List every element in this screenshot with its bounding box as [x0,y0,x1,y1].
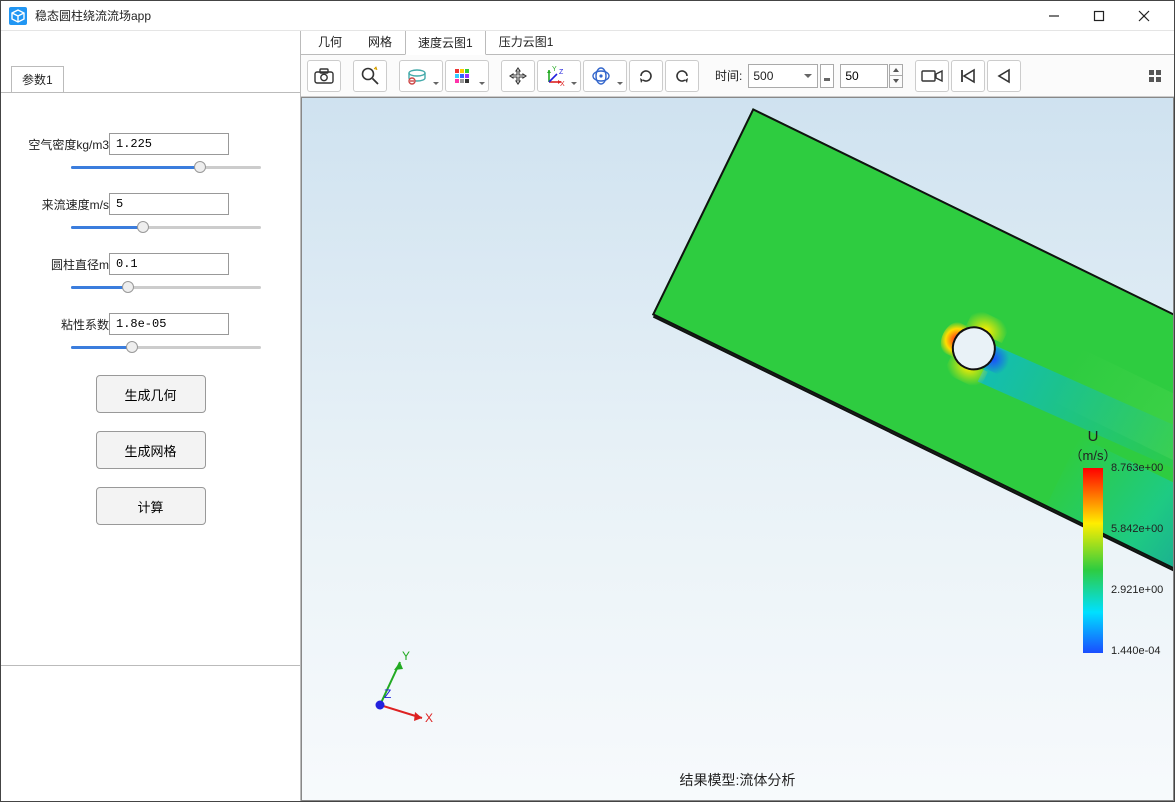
svg-text:X: X [425,711,433,725]
first-frame-button[interactable] [951,60,985,92]
sidebar: 参数1 空气密度kg/m3 来流速度m/s 圆柱直径m 粘性系数 生成几何 生成… [1,31,301,801]
main-panel: 几何网格速度云图1压力云图1 [301,31,1174,801]
minimize-button[interactable] [1031,2,1076,30]
pan-button[interactable] [501,60,535,92]
param-slider-2[interactable] [71,279,261,295]
sidebar-tab-params[interactable]: 参数1 [11,66,64,92]
axis-triad: X Y Z [362,650,442,730]
legend-tick: 8.763e+00 [1111,462,1163,474]
param-label: 来流速度m/s [21,196,109,213]
legend-tick: 1.440e-04 [1111,645,1161,657]
sidebar-content: 空气密度kg/m3 来流速度m/s 圆柱直径m 粘性系数 生成几何 生成网格 计… [1,93,300,801]
svg-text:Y: Y [552,66,557,73]
main-tab-0[interactable]: 几何 [305,31,355,54]
param-slider-1[interactable] [71,219,261,235]
svg-text:Y: Y [402,649,410,663]
toolbar-expand-icon[interactable] [1146,67,1164,85]
viewer-toolbar: ZY X 时间: 500 [301,55,1174,97]
main-tab-3[interactable]: 压力云图1 [486,31,567,54]
param-label: 空气密度kg/m3 [21,136,109,153]
step-up-button[interactable] [889,64,903,76]
close-button[interactable] [1121,2,1166,30]
color-legend: U （m/s） 8.763e+005.842e+002.921e+001.440… [1033,428,1153,656]
window-controls [1031,2,1166,30]
time-range-button[interactable] [820,64,834,88]
rotate-mode-button[interactable] [583,60,627,92]
time-select[interactable]: 500 [748,64,818,88]
sidebar-tabs: 参数1 [1,66,300,93]
time-step-input[interactable] [840,64,888,88]
rotate-ccw-button[interactable] [665,60,699,92]
param-input-2[interactable] [109,253,229,275]
step-down-button[interactable] [889,76,903,88]
calculate-button[interactable]: 计算 [96,487,206,525]
svg-text:Z: Z [559,69,564,76]
legend-tick: 5.842e+00 [1111,523,1163,535]
param-input-3[interactable] [109,313,229,335]
svg-text:Z: Z [384,687,391,701]
titlebar: 稳态圆柱绕流流场app [1,1,1174,31]
param-slider-0[interactable] [71,159,261,175]
axis-orientation-button[interactable]: ZY X [537,60,581,92]
zoom-button[interactable] [353,60,387,92]
screenshot-button[interactable] [307,60,341,92]
viewer-canvas[interactable]: X Y Z U （m/s） 8.763e+005.842e+002.921e+0… [301,97,1174,801]
rotate-cw-button[interactable] [629,60,663,92]
param-label: 圆柱直径m [21,256,109,273]
legend-tick: 2.921e+00 [1111,584,1163,596]
param-input-0[interactable] [109,133,229,155]
window-title: 稳态圆柱绕流流场app [35,7,1031,24]
generate-geometry-button[interactable]: 生成几何 [96,375,206,413]
prev-frame-button[interactable] [987,60,1021,92]
colormap-button[interactable] [445,60,489,92]
result-caption: 结果模型:流体分析 [302,770,1173,790]
main-tabs: 几何网格速度云图1压力云图1 [301,31,1174,55]
param-input-1[interactable] [109,193,229,215]
param-slider-3[interactable] [71,339,261,355]
record-button[interactable] [915,60,949,92]
svg-text:X: X [560,81,565,86]
main-tab-2[interactable]: 速度云图1 [405,31,486,55]
app-window: 稳态圆柱绕流流场app 参数1 空气密度kg/m3 来流速度m/s 圆柱直径m [0,0,1175,802]
main-tab-1[interactable]: 网格 [355,31,405,54]
maximize-button[interactable] [1076,2,1121,30]
view-style-button[interactable] [399,60,443,92]
legend-title: U [1033,428,1153,445]
param-label: 粘性系数 [21,316,109,333]
generate-mesh-button[interactable]: 生成网格 [96,431,206,469]
time-label: 时间: [715,67,742,84]
app-icon [9,7,27,25]
